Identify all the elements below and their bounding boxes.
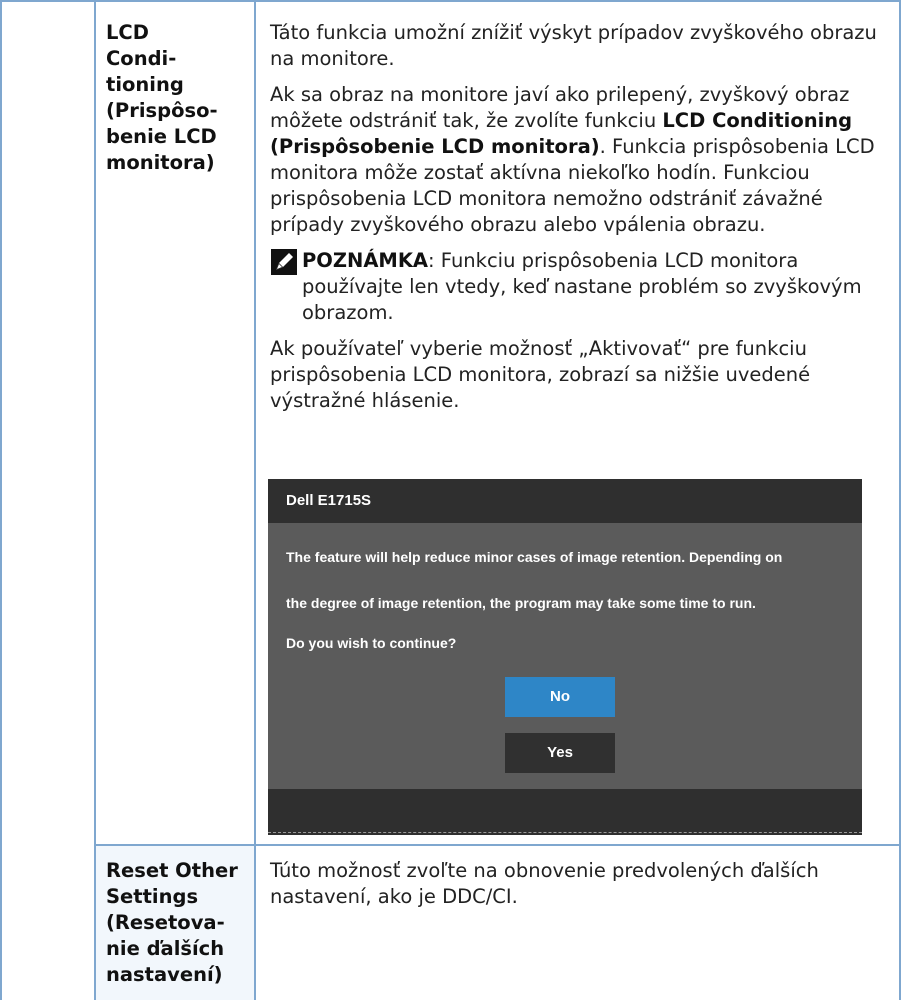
dialog-message-line: The feature will help reduce minor cases… xyxy=(286,549,783,565)
table-left-border xyxy=(0,0,2,1000)
row-label-reset-other-settings: Reset Other Settings (Resetova- nie ďalš… xyxy=(106,859,238,986)
dialog-title: Dell E1715S xyxy=(286,492,372,509)
dialog-header: Dell E1715S xyxy=(268,479,862,523)
yes-button[interactable]: Yes xyxy=(505,733,615,773)
paragraph: Túto možnosť zvoľte na obnovenie predvol… xyxy=(270,858,895,910)
dotted-separator xyxy=(268,832,862,833)
pencil-note-icon xyxy=(271,249,297,275)
dialog-footer xyxy=(268,789,862,835)
paragraph-text: Ak používateľ vyberie možnosť „Aktivovať… xyxy=(270,337,811,412)
warning-dialog: Dell E1715S The feature will help reduce… xyxy=(268,479,862,835)
paragraph: Táto funkcia umožní znížiť výskyt prípad… xyxy=(270,20,895,72)
table-column-divider xyxy=(254,0,256,1000)
no-button[interactable]: No xyxy=(505,677,615,717)
note-title: POZNÁMKA xyxy=(302,249,429,272)
dialog-question: Do you wish to continue? xyxy=(286,635,457,651)
paragraph: Ak sa obraz na monitore javí ako prilepe… xyxy=(270,82,895,238)
table-top-border xyxy=(0,0,901,2)
lcd-conditioning-description: Táto funkcia umožní znížiť výskyt prípad… xyxy=(270,20,895,424)
paragraph: Ak používateľ vyberie možnosť „Aktivovať… xyxy=(270,336,895,414)
dialog-message-line: the degree of image retention, the progr… xyxy=(286,595,756,611)
reset-other-settings-description: Túto možnosť zvoľte na obnovenie predvol… xyxy=(270,858,895,920)
row-label-lcd-conditioning: LCD Condi- tioning (Prispôso- benie LCD … xyxy=(106,21,218,174)
paragraph-text: Táto funkcia umožní znížiť výskyt prípad… xyxy=(270,21,877,70)
paragraph-text: Túto možnosť zvoľte na obnovenie predvol… xyxy=(270,859,819,908)
note-block: POZNÁMKA: Funkciu prispôsobenia LCD moni… xyxy=(270,248,895,326)
manual-page: LCD Condi- tioning (Prispôso- benie LCD … xyxy=(0,0,901,1000)
